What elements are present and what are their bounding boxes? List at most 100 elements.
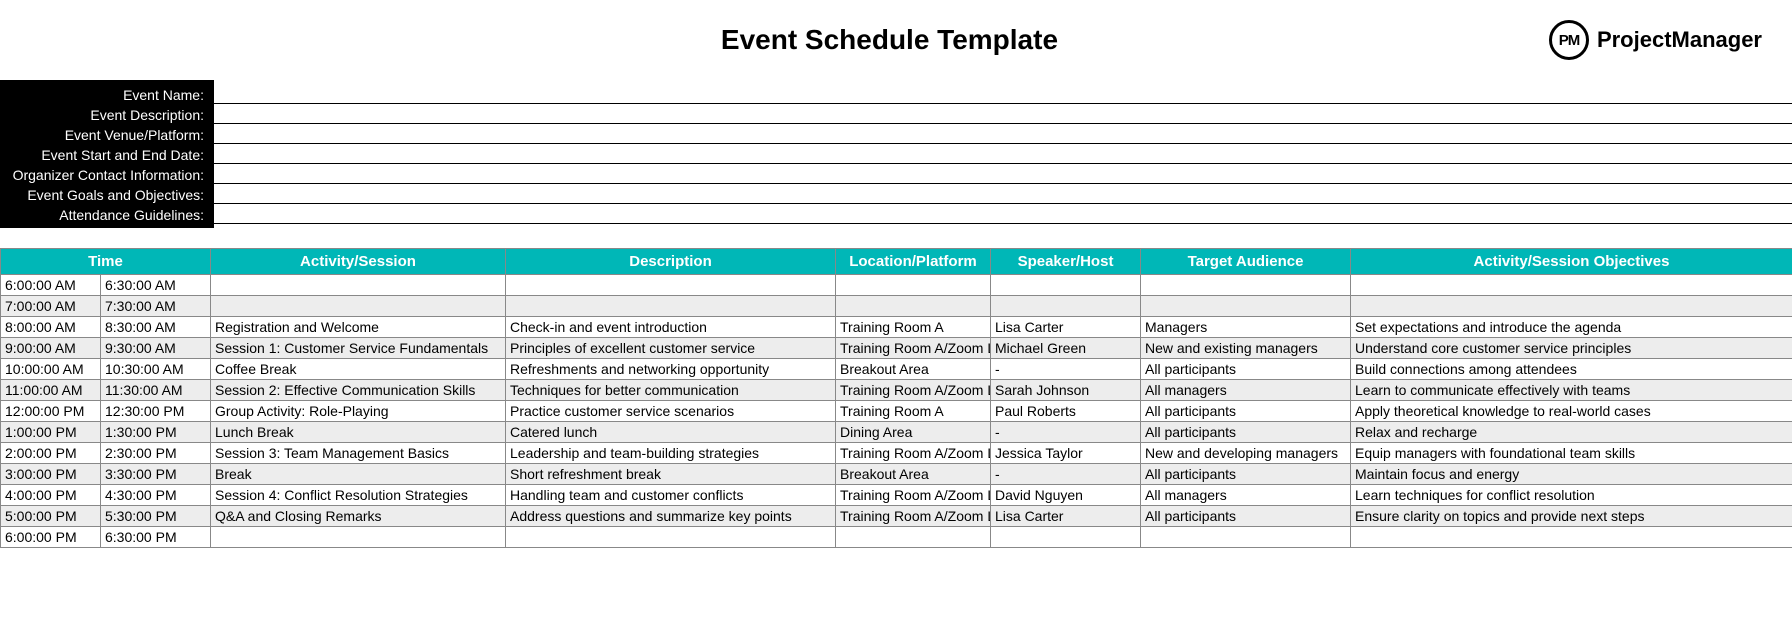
cell-end-time[interactable]: 3:30:00 PM — [101, 464, 211, 485]
cell-target[interactable]: All participants — [1141, 422, 1351, 443]
cell-activity[interactable]: Session 2: Effective Communication Skill… — [211, 380, 506, 401]
cell-activity[interactable]: Break — [211, 464, 506, 485]
cell-activity[interactable]: Session 1: Customer Service Fundamentals — [211, 338, 506, 359]
cell-start-time[interactable]: 3:00:00 PM — [1, 464, 101, 485]
cell-objectives[interactable]: Understand core customer service princip… — [1351, 338, 1792, 359]
cell-activity[interactable]: Session 3: Team Management Basics — [211, 443, 506, 464]
cell-start-time[interactable]: 4:00:00 PM — [1, 485, 101, 506]
cell-location[interactable] — [836, 296, 991, 317]
cell-target[interactable]: All participants — [1141, 359, 1351, 380]
cell-objectives[interactable]: Learn to communicate effectively with te… — [1351, 380, 1792, 401]
cell-start-time[interactable]: 1:00:00 PM — [1, 422, 101, 443]
cell-start-time[interactable]: 5:00:00 PM — [1, 506, 101, 527]
cell-location[interactable] — [836, 527, 991, 548]
cell-objectives[interactable]: Equip managers with foundational team sk… — [1351, 443, 1792, 464]
cell-target[interactable]: New and existing managers — [1141, 338, 1351, 359]
cell-start-time[interactable]: 12:00:00 PM — [1, 401, 101, 422]
cell-objectives[interactable]: Maintain focus and energy — [1351, 464, 1792, 485]
cell-speaker[interactable]: - — [991, 464, 1141, 485]
cell-target[interactable]: All managers — [1141, 380, 1351, 401]
cell-location[interactable]: Training Room A/Zoom Link — [836, 443, 991, 464]
cell-end-time[interactable]: 7:30:00 AM — [101, 296, 211, 317]
cell-description[interactable]: Short refreshment break — [506, 464, 836, 485]
cell-target[interactable] — [1141, 296, 1351, 317]
cell-target[interactable] — [1141, 527, 1351, 548]
cell-activity[interactable]: Session 4: Conflict Resolution Strategie… — [211, 485, 506, 506]
cell-end-time[interactable]: 12:30:00 PM — [101, 401, 211, 422]
cell-speaker[interactable]: Sarah Johnson — [991, 380, 1141, 401]
cell-end-time[interactable]: 9:30:00 AM — [101, 338, 211, 359]
cell-speaker[interactable] — [991, 527, 1141, 548]
cell-end-time[interactable]: 10:30:00 AM — [101, 359, 211, 380]
cell-activity[interactable]: Registration and Welcome — [211, 317, 506, 338]
cell-description[interactable]: Principles of excellent customer service — [506, 338, 836, 359]
cell-location[interactable]: Training Room A/Zoom Link — [836, 338, 991, 359]
cell-target[interactable]: All participants — [1141, 401, 1351, 422]
cell-location[interactable]: Training Room A — [836, 401, 991, 422]
cell-description[interactable]: Practice customer service scenarios — [506, 401, 836, 422]
cell-activity[interactable] — [211, 296, 506, 317]
cell-description[interactable]: Address questions and summarize key poin… — [506, 506, 836, 527]
cell-description[interactable]: Refreshments and networking opportunity — [506, 359, 836, 380]
cell-objectives[interactable]: Apply theoretical knowledge to real-worl… — [1351, 401, 1792, 422]
attendance-guidelines-input[interactable] — [214, 204, 1792, 224]
cell-speaker[interactable]: Michael Green — [991, 338, 1141, 359]
cell-description[interactable] — [506, 275, 836, 296]
cell-start-time[interactable]: 7:00:00 AM — [1, 296, 101, 317]
cell-end-time[interactable]: 8:30:00 AM — [101, 317, 211, 338]
cell-activity[interactable] — [211, 275, 506, 296]
cell-description[interactable]: Handling team and customer conflicts — [506, 485, 836, 506]
cell-end-time[interactable]: 11:30:00 AM — [101, 380, 211, 401]
cell-end-time[interactable]: 5:30:00 PM — [101, 506, 211, 527]
cell-end-time[interactable]: 4:30:00 PM — [101, 485, 211, 506]
cell-description[interactable]: Techniques for better communication — [506, 380, 836, 401]
cell-start-time[interactable]: 10:00:00 AM — [1, 359, 101, 380]
cell-speaker[interactable]: - — [991, 359, 1141, 380]
cell-speaker[interactable]: - — [991, 422, 1141, 443]
cell-activity[interactable]: Coffee Break — [211, 359, 506, 380]
organizer-contact-input[interactable] — [214, 164, 1792, 184]
cell-location[interactable]: Dining Area — [836, 422, 991, 443]
cell-end-time[interactable]: 1:30:00 PM — [101, 422, 211, 443]
cell-objectives[interactable]: Learn techniques for conflict resolution — [1351, 485, 1792, 506]
cell-target[interactable]: All participants — [1141, 506, 1351, 527]
cell-target[interactable]: All managers — [1141, 485, 1351, 506]
cell-location[interactable]: Breakout Area — [836, 464, 991, 485]
cell-location[interactable]: Training Room A/Zoom Link — [836, 380, 991, 401]
cell-objectives[interactable]: Relax and recharge — [1351, 422, 1792, 443]
cell-objectives[interactable]: Ensure clarity on topics and provide nex… — [1351, 506, 1792, 527]
cell-start-time[interactable]: 11:00:00 AM — [1, 380, 101, 401]
cell-activity[interactable]: Group Activity: Role-Playing — [211, 401, 506, 422]
cell-description[interactable]: Leadership and team-building strategies — [506, 443, 836, 464]
event-goals-input[interactable] — [214, 184, 1792, 204]
cell-start-time[interactable]: 9:00:00 AM — [1, 338, 101, 359]
cell-location[interactable]: Training Room A/Zoom Link — [836, 506, 991, 527]
cell-activity[interactable]: Lunch Break — [211, 422, 506, 443]
cell-speaker[interactable]: David Nguyen — [991, 485, 1141, 506]
cell-end-time[interactable]: 6:30:00 PM — [101, 527, 211, 548]
cell-location[interactable]: Training Room A/Zoom Link — [836, 485, 991, 506]
cell-objectives[interactable] — [1351, 527, 1792, 548]
cell-objectives[interactable] — [1351, 275, 1792, 296]
cell-objectives[interactable]: Set expectations and introduce the agend… — [1351, 317, 1792, 338]
event-name-input[interactable] — [214, 84, 1792, 104]
cell-speaker[interactable]: Lisa Carter — [991, 506, 1141, 527]
cell-speaker[interactable] — [991, 275, 1141, 296]
cell-start-time[interactable]: 6:00:00 AM — [1, 275, 101, 296]
cell-speaker[interactable]: Jessica Taylor — [991, 443, 1141, 464]
cell-start-time[interactable]: 2:00:00 PM — [1, 443, 101, 464]
event-description-input[interactable] — [214, 104, 1792, 124]
cell-target[interactable]: New and developing managers — [1141, 443, 1351, 464]
cell-target[interactable] — [1141, 275, 1351, 296]
cell-activity[interactable]: Q&A and Closing Remarks — [211, 506, 506, 527]
cell-description[interactable] — [506, 527, 836, 548]
cell-start-time[interactable]: 6:00:00 PM — [1, 527, 101, 548]
cell-speaker[interactable] — [991, 296, 1141, 317]
event-venue-input[interactable] — [214, 124, 1792, 144]
cell-end-time[interactable]: 2:30:00 PM — [101, 443, 211, 464]
cell-end-time[interactable]: 6:30:00 AM — [101, 275, 211, 296]
cell-objectives[interactable]: Build connections among attendees — [1351, 359, 1792, 380]
cell-target[interactable]: All participants — [1141, 464, 1351, 485]
cell-description[interactable]: Catered lunch — [506, 422, 836, 443]
cell-target[interactable]: Managers — [1141, 317, 1351, 338]
